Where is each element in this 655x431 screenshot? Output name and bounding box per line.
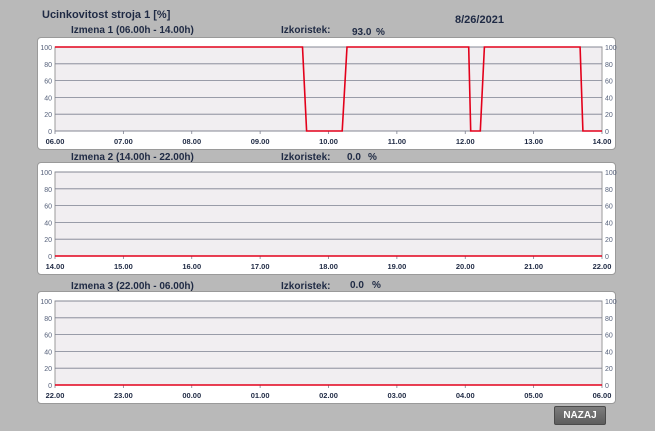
x-tick-label: 12.00 xyxy=(456,137,475,146)
y-tick-label-right: 40 xyxy=(605,220,613,227)
x-tick-label: 22.00 xyxy=(593,262,612,271)
x-tick-label: 21.00 xyxy=(524,262,543,271)
y-tick-label-right: 60 xyxy=(605,79,613,86)
x-tick-label: 04.00 xyxy=(456,391,475,400)
x-tick-label: 22.00 xyxy=(46,391,65,400)
shift-3-efficiency-unit: % xyxy=(372,280,381,291)
y-tick-label-right: 0 xyxy=(605,129,609,136)
shift-1-chart: 100 10080 8060 6040 4020 200 006.00 07.00 08.00 0… xyxy=(40,45,617,146)
x-tick-label: 14.00 xyxy=(46,262,65,271)
x-tick-label: 13.00 xyxy=(524,137,543,146)
shift-2-chart-panel: 100 100 80 80 60 60 40 40 20 20 0 0 14.00 15.00 16.00 1… xyxy=(37,162,617,275)
y-tick-label-right: 20 xyxy=(605,237,613,244)
shift-3-efficiency-value: 0.0 xyxy=(350,280,364,291)
y-tick-label-left: 80 xyxy=(44,187,52,194)
y-tick-label-right: 0 xyxy=(605,254,609,261)
x-tick-label: 01.00 xyxy=(251,391,270,400)
x-tick-label: 09.00 xyxy=(251,137,270,146)
y-tick-label-left: 20 xyxy=(44,112,52,119)
shift-1-efficiency-label: Izkoristek: xyxy=(281,25,331,36)
y-tick-label-left: 40 xyxy=(44,220,52,227)
x-tick-label: 02.00 xyxy=(319,391,338,400)
y-tick-label-right: 40 xyxy=(605,349,613,356)
y-tick-label-left: 0 xyxy=(48,254,52,261)
x-tick-label: 14.00 xyxy=(593,137,612,146)
y-tick-label-right: 100 xyxy=(605,299,617,306)
x-tick-label: 03.00 xyxy=(387,391,406,400)
page-title: Ucinkovitost stroja 1 [%] xyxy=(42,9,171,21)
x-tick-label: 16.00 xyxy=(182,262,201,271)
y-tick-label-left: 100 xyxy=(40,299,52,306)
y-tick-label-left: 60 xyxy=(44,79,52,86)
shift-1-chart-panel: 100 100 80 80 60 60 40 40 20 20 0 0 06.00 07.00 08.00 0… xyxy=(37,37,617,150)
y-tick-label-left: 40 xyxy=(44,95,52,102)
y-tick-label-left: 0 xyxy=(48,129,52,136)
x-tick-label: 08.00 xyxy=(182,137,201,146)
y-tick-label-right: 80 xyxy=(605,316,613,323)
x-tick-label: 10.00 xyxy=(319,137,338,146)
y-tick-label-left: 100 xyxy=(40,45,52,52)
shift-2-efficiency-value: 0.0 xyxy=(347,152,361,163)
y-tick-label-right: 20 xyxy=(605,112,613,119)
y-tick-label-right: 60 xyxy=(605,333,613,340)
shift-3-chart: 100 10080 8060 6040 4020 200 022.00 23.00 00.00 0… xyxy=(40,299,617,400)
shift-3-chart-panel: 100 100 80 80 60 60 40 40 20 20 0 0 22.00 23.00 00.00 0… xyxy=(37,291,617,404)
y-tick-label-left: 60 xyxy=(44,333,52,340)
x-tick-label: 06.00 xyxy=(46,137,65,146)
shift-3-efficiency-label: Izkoristek: xyxy=(281,281,331,292)
y-tick-label-right: 0 xyxy=(605,383,609,390)
y-tick-label-left: 0 xyxy=(48,383,52,390)
x-tick-label: 00.00 xyxy=(182,391,201,400)
shift-1-efficiency-value: 93.0 xyxy=(352,27,372,38)
y-tick-label-left: 20 xyxy=(44,237,52,244)
plot-area xyxy=(54,300,603,386)
y-tick-label-left: 40 xyxy=(44,349,52,356)
x-tick-label: 17.00 xyxy=(251,262,270,271)
shift-3-title: Izmena 3 (22.00h - 06.00h) xyxy=(71,281,194,292)
y-tick-label-right: 20 xyxy=(605,366,613,373)
y-tick-label-right: 40 xyxy=(605,95,613,102)
x-tick-label: 19.00 xyxy=(387,262,406,271)
x-tick-label: 11.00 xyxy=(388,137,406,146)
shift-2-efficiency-unit: % xyxy=(368,152,377,163)
x-tick-label: 18.00 xyxy=(319,262,338,271)
shift-2-efficiency-label: Izkoristek: xyxy=(281,152,331,163)
y-tick-label-right: 80 xyxy=(605,62,613,69)
x-tick-label: 07.00 xyxy=(114,137,133,146)
x-tick-label: 20.00 xyxy=(456,262,475,271)
y-tick-label-right: 60 xyxy=(605,204,613,211)
shift-1-efficiency-unit: % xyxy=(376,27,385,38)
plot-area xyxy=(54,46,603,132)
y-tick-label-left: 20 xyxy=(44,366,52,373)
y-tick-label-right: 100 xyxy=(605,45,617,52)
y-tick-label-left: 100 xyxy=(40,170,52,177)
y-tick-label-left: 60 xyxy=(44,204,52,211)
x-tick-label: 15.00 xyxy=(114,262,133,271)
plot-area xyxy=(54,171,603,257)
y-tick-label-left: 80 xyxy=(44,316,52,323)
shift-2-chart: 100 10080 8060 6040 4020 200 014.00 15.00 16.00 1… xyxy=(40,170,617,271)
x-tick-label: 23.00 xyxy=(114,391,133,400)
y-tick-label-left: 80 xyxy=(44,62,52,69)
shift-1-title: Izmena 1 (06.00h - 14.00h) xyxy=(71,25,194,36)
shift-2-title: Izmena 2 (14.00h - 22.00h) xyxy=(71,152,194,163)
date-display: 8/26/2021 xyxy=(455,14,504,26)
y-tick-label-right: 100 xyxy=(605,170,617,177)
x-tick-label: 06.00 xyxy=(593,391,612,400)
back-button[interactable]: NAZAJ xyxy=(554,406,606,425)
x-tick-label: 05.00 xyxy=(524,391,543,400)
y-tick-label-right: 80 xyxy=(605,187,613,194)
